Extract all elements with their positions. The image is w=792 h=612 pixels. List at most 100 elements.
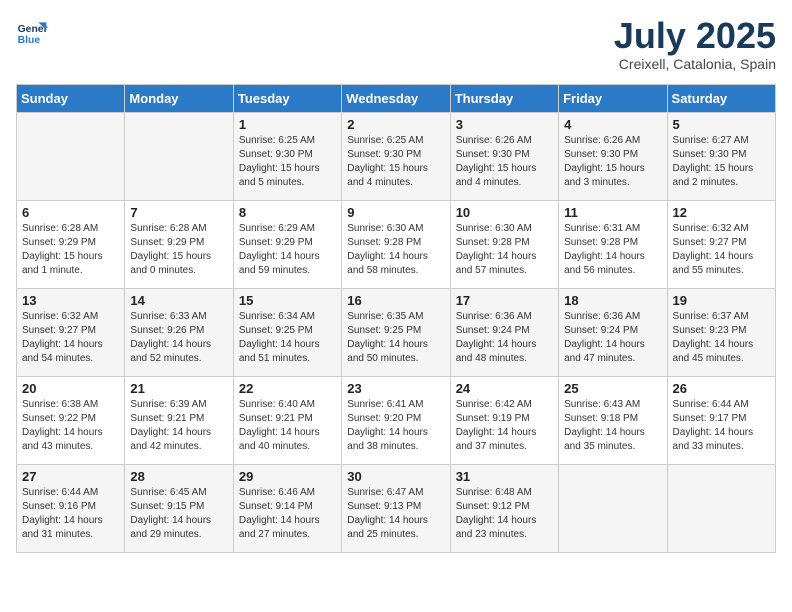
day-details: Sunrise: 6:26 AM Sunset: 9:30 PM Dayligh… <box>456 134 553 190</box>
day-details: Sunrise: 6:31 AM Sunset: 9:28 PM Dayligh… <box>564 222 661 278</box>
day-details: Sunrise: 6:25 AM Sunset: 9:30 PM Dayligh… <box>239 134 336 190</box>
calendar-week-row: 6Sunrise: 6:28 AM Sunset: 9:29 PM Daylig… <box>17 200 776 288</box>
calendar-cell <box>559 464 667 552</box>
location-subtitle: Creixell, Catalonia, Spain <box>614 56 776 72</box>
calendar-cell: 31 Sunrise: 6:48 AM Sunset: 9:12 PM Dayli… <box>450 464 558 552</box>
day-number: 31 <box>456 469 553 484</box>
calendar-cell: 29 Sunrise: 6:46 AM Sunset: 9:14 PM Dayli… <box>233 464 341 552</box>
weekday-header-tuesday: Tuesday <box>233 84 341 112</box>
calendar-cell: 22Sunrise: 6:40 AM Sunset: 9:21 PM Dayli… <box>233 376 341 464</box>
calendar-week-row: 13 Sunrise: 6:32 AM Sunset: 9:27 PM Dayli… <box>17 288 776 376</box>
day-details: Sunrise: 6:35 AM Sunset: 9:25 PM Dayligh… <box>347 310 444 366</box>
calendar-cell: 1 Sunrise: 6:25 AM Sunset: 9:30 PM Daylig… <box>233 112 341 200</box>
weekday-header-thursday: Thursday <box>450 84 558 112</box>
day-number: 29 <box>239 469 336 484</box>
calendar-cell: 8 Sunrise: 6:29 AM Sunset: 9:29 PM Daylig… <box>233 200 341 288</box>
day-number: 24 <box>456 381 553 396</box>
day-details: Sunrise: 6:48 AM Sunset: 9:12 PM Dayligh… <box>456 486 553 542</box>
day-number: 26 <box>673 381 770 396</box>
calendar-cell: 24 Sunrise: 6:42 AM Sunset: 9:19 PM Dayli… <box>450 376 558 464</box>
day-details: Sunrise: 6:36 AM Sunset: 9:24 PM Dayligh… <box>456 310 553 366</box>
day-details: Sunrise: 6:36 AM Sunset: 9:24 PM Dayligh… <box>564 310 661 366</box>
day-number: 30 <box>347 469 444 484</box>
calendar-cell: 11 Sunrise: 6:31 AM Sunset: 9:28 PM Dayli… <box>559 200 667 288</box>
calendar-table: SundayMondayTuesdayWednesdayThursdayFrid… <box>16 84 776 553</box>
weekday-header-monday: Monday <box>125 84 233 112</box>
calendar-cell: 3 Sunrise: 6:26 AM Sunset: 9:30 PM Daylig… <box>450 112 558 200</box>
day-details: Sunrise: 6:37 AM Sunset: 9:23 PM Dayligh… <box>673 310 770 366</box>
calendar-cell: 23 Sunrise: 6:41 AM Sunset: 9:20 PM Dayli… <box>342 376 450 464</box>
calendar-cell: 28Sunrise: 6:45 AM Sunset: 9:15 PM Dayli… <box>125 464 233 552</box>
calendar-cell: 27 Sunrise: 6:44 AM Sunset: 9:16 PM Dayli… <box>17 464 125 552</box>
day-details: Sunrise: 6:32 AM Sunset: 9:27 PM Dayligh… <box>22 310 119 366</box>
calendar-cell: 26 Sunrise: 6:44 AM Sunset: 9:17 PM Dayli… <box>667 376 775 464</box>
calendar-cell: 18 Sunrise: 6:36 AM Sunset: 9:24 PM Dayli… <box>559 288 667 376</box>
calendar-cell: 21 Sunrise: 6:39 AM Sunset: 9:21 PM Dayli… <box>125 376 233 464</box>
day-number: 27 <box>22 469 119 484</box>
day-details: Sunrise: 6:28 AM Sunset: 9:29 PM Dayligh… <box>22 222 119 278</box>
day-details: Sunrise: 6:26 AM Sunset: 9:30 PM Dayligh… <box>564 134 661 190</box>
day-details: Sunrise: 6:39 AM Sunset: 9:21 PM Dayligh… <box>130 398 227 454</box>
calendar-cell <box>667 464 775 552</box>
day-details: Sunrise: 6:42 AM Sunset: 9:19 PM Dayligh… <box>456 398 553 454</box>
weekday-header-wednesday: Wednesday <box>342 84 450 112</box>
day-number: 13 <box>22 293 119 308</box>
weekday-header-friday: Friday <box>559 84 667 112</box>
day-number: 10 <box>456 205 553 220</box>
day-details: Sunrise: 6:25 AM Sunset: 9:30 PM Dayligh… <box>347 134 444 190</box>
day-number: 12 <box>673 205 770 220</box>
day-details: Sunrise: 6:30 AM Sunset: 9:28 PM Dayligh… <box>456 222 553 278</box>
day-number: 14 <box>130 293 227 308</box>
day-number: 8 <box>239 205 336 220</box>
day-details: Sunrise: 6:29 AM Sunset: 9:29 PM Dayligh… <box>239 222 336 278</box>
day-details: Sunrise: 6:28 AM Sunset: 9:29 PM Dayligh… <box>130 222 227 278</box>
calendar-cell: 25 Sunrise: 6:43 AM Sunset: 9:18 PM Dayli… <box>559 376 667 464</box>
day-details: Sunrise: 6:41 AM Sunset: 9:20 PM Dayligh… <box>347 398 444 454</box>
weekday-header-sunday: Sunday <box>17 84 125 112</box>
logo: General Blue <box>16 16 48 48</box>
day-number: 5 <box>673 117 770 132</box>
day-number: 1 <box>239 117 336 132</box>
calendar-cell: 16Sunrise: 6:35 AM Sunset: 9:25 PM Dayli… <box>342 288 450 376</box>
day-details: Sunrise: 6:30 AM Sunset: 9:28 PM Dayligh… <box>347 222 444 278</box>
calendar-cell: 15Sunrise: 6:34 AM Sunset: 9:25 PM Dayli… <box>233 288 341 376</box>
day-details: Sunrise: 6:33 AM Sunset: 9:26 PM Dayligh… <box>130 310 227 366</box>
calendar-week-row: 1 Sunrise: 6:25 AM Sunset: 9:30 PM Daylig… <box>17 112 776 200</box>
day-number: 23 <box>347 381 444 396</box>
calendar-cell: 17 Sunrise: 6:36 AM Sunset: 9:24 PM Dayli… <box>450 288 558 376</box>
calendar-cell: 19 Sunrise: 6:37 AM Sunset: 9:23 PM Dayli… <box>667 288 775 376</box>
day-number: 18 <box>564 293 661 308</box>
calendar-cell: 2 Sunrise: 6:25 AM Sunset: 9:30 PM Daylig… <box>342 112 450 200</box>
day-details: Sunrise: 6:38 AM Sunset: 9:22 PM Dayligh… <box>22 398 119 454</box>
day-number: 19 <box>673 293 770 308</box>
day-details: Sunrise: 6:46 AM Sunset: 9:14 PM Dayligh… <box>239 486 336 542</box>
calendar-week-row: 20Sunrise: 6:38 AM Sunset: 9:22 PM Dayli… <box>17 376 776 464</box>
title-block: July 2025 Creixell, Catalonia, Spain <box>614 16 776 72</box>
calendar-cell: 6Sunrise: 6:28 AM Sunset: 9:29 PM Daylig… <box>17 200 125 288</box>
svg-text:Blue: Blue <box>18 35 41 46</box>
day-details: Sunrise: 6:27 AM Sunset: 9:30 PM Dayligh… <box>673 134 770 190</box>
day-details: Sunrise: 6:43 AM Sunset: 9:18 PM Dayligh… <box>564 398 661 454</box>
day-number: 3 <box>456 117 553 132</box>
day-number: 17 <box>456 293 553 308</box>
day-number: 2 <box>347 117 444 132</box>
calendar-cell: 13 Sunrise: 6:32 AM Sunset: 9:27 PM Dayli… <box>17 288 125 376</box>
page-header: General Blue July 2025 Creixell, Catalon… <box>16 16 776 72</box>
day-details: Sunrise: 6:44 AM Sunset: 9:17 PM Dayligh… <box>673 398 770 454</box>
day-details: Sunrise: 6:44 AM Sunset: 9:16 PM Dayligh… <box>22 486 119 542</box>
day-number: 21 <box>130 381 227 396</box>
day-number: 9 <box>347 205 444 220</box>
day-number: 4 <box>564 117 661 132</box>
calendar-cell: 12Sunrise: 6:32 AM Sunset: 9:27 PM Dayli… <box>667 200 775 288</box>
calendar-cell: 10 Sunrise: 6:30 AM Sunset: 9:28 PM Dayli… <box>450 200 558 288</box>
day-number: 7 <box>130 205 227 220</box>
calendar-cell: 20Sunrise: 6:38 AM Sunset: 9:22 PM Dayli… <box>17 376 125 464</box>
day-number: 25 <box>564 381 661 396</box>
calendar-cell <box>17 112 125 200</box>
month-title: July 2025 <box>614 16 776 56</box>
logo-icon: General Blue <box>16 16 48 48</box>
day-number: 15 <box>239 293 336 308</box>
day-number: 11 <box>564 205 661 220</box>
calendar-cell: 30Sunrise: 6:47 AM Sunset: 9:13 PM Dayli… <box>342 464 450 552</box>
calendar-cell: 5 Sunrise: 6:27 AM Sunset: 9:30 PM Daylig… <box>667 112 775 200</box>
